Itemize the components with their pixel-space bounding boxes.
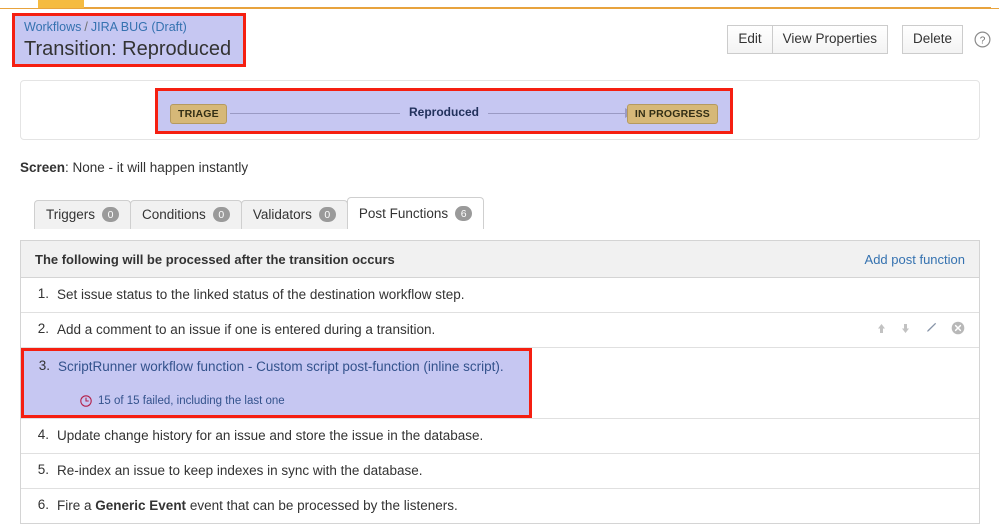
row-text-before: Fire a	[57, 498, 96, 513]
tab-validators-label: Validators	[252, 207, 312, 222]
table-row[interactable]: 5. Re-index an issue to keep indexes in …	[21, 454, 979, 489]
row-actions	[876, 321, 965, 335]
screen-label: Screen	[20, 160, 66, 175]
row-number: 1.	[37, 286, 49, 301]
table-row[interactable]: 4. Update change history for an issue an…	[21, 419, 979, 454]
table-row[interactable]: 6. Fire a Generic Event event that can b…	[21, 489, 979, 523]
breadcrumb-current-link[interactable]: JIRA BUG (Draft)	[91, 20, 187, 34]
breadcrumb: Workflows / JIRA BUG (Draft)	[24, 19, 243, 35]
row-description: Fire a Generic Event event that can be p…	[57, 497, 458, 515]
page-title: Transition: Reproduced	[24, 38, 232, 60]
row-number: 6.	[37, 497, 49, 512]
table-row[interactable]: 3. ScriptRunner workflow function - Cust…	[21, 348, 979, 419]
tab-conditions-label: Conditions	[142, 207, 206, 222]
row-text-bold: Generic Event	[95, 498, 187, 513]
status-badge[interactable]: 15 of 15 failed, including the last one	[80, 395, 285, 407]
row-text-after: event that can be processed by the liste…	[186, 498, 458, 513]
close-circle-icon[interactable]	[951, 321, 965, 335]
row-description[interactable]: ScriptRunner workflow function - Custom …	[58, 358, 504, 376]
table-row[interactable]: 1. Set issue status to the linked status…	[21, 278, 979, 313]
edit-view-button-group: Edit View Properties	[727, 25, 888, 54]
page-header: Workflows / JIRA BUG (Draft) Transition: R…	[0, 9, 999, 69]
row-description: Set issue status to the linked status of…	[57, 287, 465, 302]
transition-tabs: Triggers 0 Conditions 0 Validators 0 Pos…	[34, 197, 485, 229]
header-actions: Edit View Properties Delete ?	[727, 25, 991, 54]
top-banner	[0, 0, 999, 9]
tab-triggers-label: Triggers	[46, 207, 96, 222]
svg-text:?: ?	[980, 35, 986, 46]
post-functions-panel: The following will be processed after th…	[20, 240, 980, 524]
banner-tab[interactable]	[38, 0, 84, 8]
row-number: 5.	[37, 462, 49, 477]
tab-post-functions[interactable]: Post Functions 6	[346, 197, 485, 229]
screen-info: Screen: None - it will happen instantly	[20, 160, 248, 175]
breadcrumb-separator: /	[84, 20, 88, 34]
arrow-up-icon[interactable]	[876, 322, 887, 335]
banner-divider	[84, 7, 991, 8]
panel-heading: The following will be processed after th…	[35, 251, 395, 267]
arrow-down-icon[interactable]	[900, 322, 911, 335]
breadcrumb-workflows-link[interactable]: Workflows	[24, 20, 81, 34]
tab-triggers-badge: 0	[102, 207, 120, 222]
status-badge-label: 15 of 15 failed, including the last one	[98, 395, 285, 407]
tab-conditions-badge: 0	[212, 207, 230, 222]
row-number: 2.	[37, 321, 49, 336]
row-number: 3.	[38, 358, 50, 373]
screen-value: : None - it will happen instantly	[65, 160, 249, 175]
tab-validators[interactable]: Validators 0	[240, 200, 348, 229]
workflow-diagram-card: TRIAGE Reproduced IN PROGRESS	[20, 80, 980, 140]
add-post-function-link[interactable]: Add post function	[865, 252, 965, 267]
title-highlight-box: Workflows / JIRA BUG (Draft) Transition: R…	[12, 13, 246, 67]
edit-button[interactable]: Edit	[727, 25, 773, 54]
row-description: Update change history for an issue and s…	[57, 428, 484, 443]
clock-icon	[80, 395, 92, 407]
delete-button[interactable]: Delete	[901, 25, 963, 54]
row-description: Re-index an issue to keep indexes in syn…	[57, 463, 423, 478]
help-circle-icon[interactable]: ?	[974, 31, 991, 48]
tab-post-functions-label: Post Functions	[358, 206, 449, 221]
row-number: 4.	[37, 427, 49, 442]
tab-triggers[interactable]: Triggers 0	[34, 200, 132, 229]
view-properties-button[interactable]: View Properties	[772, 25, 888, 54]
scriptrunner-row: 3. ScriptRunner workflow function - Cust…	[36, 358, 529, 376]
tab-validators-badge: 0	[318, 207, 336, 222]
table-row[interactable]: 2. Add a comment to an issue if one is e…	[21, 313, 979, 348]
pencil-icon[interactable]	[924, 321, 938, 335]
transition-diagram: TRIAGE Reproduced IN PROGRESS	[158, 91, 730, 131]
scriptrunner-highlight-box: 3. ScriptRunner workflow function - Cust…	[21, 348, 532, 418]
status-chip-target[interactable]: IN PROGRESS	[626, 104, 718, 124]
diagram-highlight-box: TRIAGE Reproduced IN PROGRESS	[155, 88, 733, 134]
row-description: Add a comment to an issue if one is ente…	[57, 322, 436, 337]
tab-conditions[interactable]: Conditions 0	[130, 200, 242, 229]
panel-header: The following will be processed after th…	[21, 241, 979, 278]
tab-post-functions-badge: 6	[455, 206, 473, 221]
